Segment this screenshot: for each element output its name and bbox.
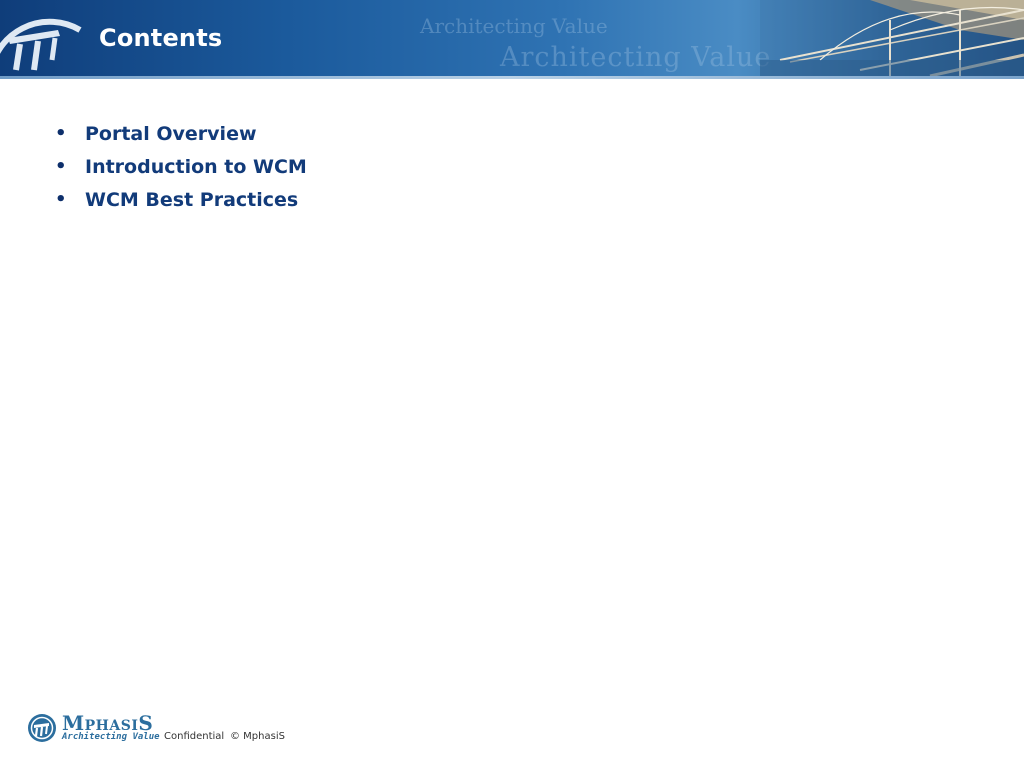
- list-item: • Portal Overview: [55, 117, 307, 150]
- bullet-icon: •: [55, 189, 67, 210]
- company-logo-icon: [28, 714, 56, 742]
- bullet-icon: •: [55, 156, 67, 177]
- header-watermark-large: Architecting Value: [500, 42, 772, 73]
- company-tagline: Architecting Value: [62, 732, 160, 742]
- header-banner: Architecting Value Architecting Value Co…: [0, 0, 1024, 76]
- footer-logo: MPHASIS Architecting Value: [27, 711, 160, 747]
- page-title: Contents: [99, 24, 223, 52]
- list-item: • WCM Best Practices: [55, 183, 307, 216]
- contents-list: • Portal Overview • Introduction to WCM …: [55, 117, 307, 216]
- list-item: • Introduction to WCM: [55, 150, 307, 183]
- bullet-icon: •: [55, 123, 67, 144]
- bridge-image: [760, 0, 1024, 76]
- list-item-text: Portal Overview: [85, 122, 257, 145]
- logo-mark-icon: [0, 18, 82, 71]
- confidential-label: Confidential: [164, 731, 225, 742]
- list-item-text: WCM Best Practices: [85, 188, 299, 211]
- header-divider: [0, 76, 1024, 79]
- list-item-text: Introduction to WCM: [85, 155, 307, 178]
- header-watermark-small: Architecting Value: [420, 14, 608, 38]
- copyright-label: © MphasiS: [230, 731, 285, 742]
